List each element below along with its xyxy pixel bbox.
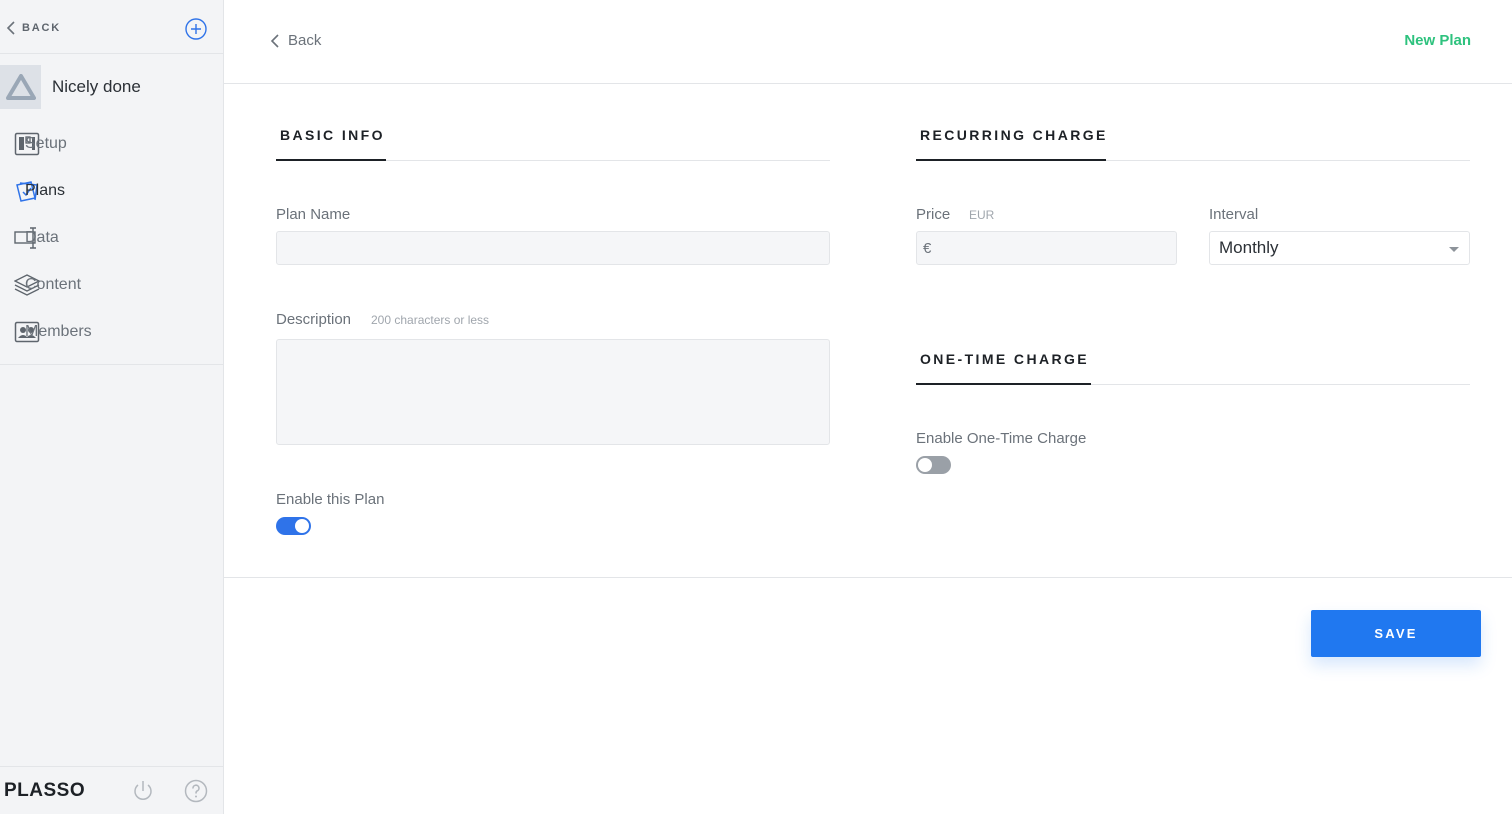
sidebar-item-label: Members [25,322,92,340]
back-button[interactable]: Back [270,32,321,49]
sidebar-header: BACK [0,0,223,54]
organization-logo [0,65,41,109]
logo-a-icon [5,74,36,100]
price-currency-code: EUR [969,208,995,222]
price-label: Price [916,206,951,223]
sidebar-item-label: Plans [25,181,66,199]
interval-select[interactable]: Monthly [1209,231,1470,265]
basic-info-underline [276,159,386,161]
interval-label: Interval [1209,206,1259,223]
sidebar: BACK Nicely done Setup Plans Data Conten… [0,0,224,814]
brand-logo: PLASSO [4,780,86,801]
enable-one-time-toggle[interactable] [916,456,951,474]
chevron-left-icon [6,21,15,35]
interval-selected-value: Monthly [1219,238,1279,257]
sidebar-back-button[interactable]: BACK [6,20,61,36]
one-time-charge-heading: ONE-TIME CHARGE [920,351,1089,367]
sidebar-item-members[interactable]: Members [0,308,223,355]
enable-plan-label: Enable this Plan [276,491,385,508]
sidebar-item-setup[interactable]: Setup [0,120,223,167]
sidebar-nav: Setup Plans Data Content Members [0,120,223,365]
currency-symbol: € [923,240,932,257]
save-button[interactable]: SAVE [1311,610,1481,657]
chevron-left-icon [270,33,279,48]
recurring-charge-underline [916,159,1106,161]
plan-name-input[interactable] [276,231,830,265]
plan-name-label: Plan Name [276,206,351,223]
enable-one-time-label: Enable One-Time Charge [916,430,1087,447]
sidebar-item-label: Data [25,228,59,246]
sidebar-item-plans[interactable]: Plans [0,167,223,214]
one-time-charge-underline [916,383,1091,385]
description-textarea[interactable] [276,339,830,445]
sidebar-item-label: Content [25,275,82,293]
sidebar-item-content[interactable]: Content [0,261,223,308]
power-icon[interactable] [131,779,155,803]
page-header: Back New Plan [224,0,1512,84]
help-icon[interactable] [184,779,208,803]
sidebar-footer: PLASSO [0,766,223,814]
add-circle-icon[interactable] [184,17,208,41]
toggle-knob [295,519,309,533]
toggle-knob [918,458,932,472]
sidebar-item-label: Setup [25,134,67,152]
caret-down-icon [1449,247,1459,252]
organization-name: Nicely done [52,77,141,96]
page-title: New Plan [1404,32,1471,49]
recurring-charge-heading: RECURRING CHARGE [920,127,1108,143]
price-input[interactable] [916,231,1177,265]
description-label: Description [276,311,352,328]
sidebar-item-data[interactable]: Data [0,214,223,261]
back-label: Back [288,32,322,49]
organization-switcher[interactable]: Nicely done [0,64,223,110]
form-footer-divider [224,577,1512,578]
sidebar-back-label: BACK [22,22,61,34]
description-hint: 200 characters or less [371,313,490,327]
basic-info-heading: BASIC INFO [280,127,385,143]
enable-plan-toggle[interactable] [276,517,311,535]
